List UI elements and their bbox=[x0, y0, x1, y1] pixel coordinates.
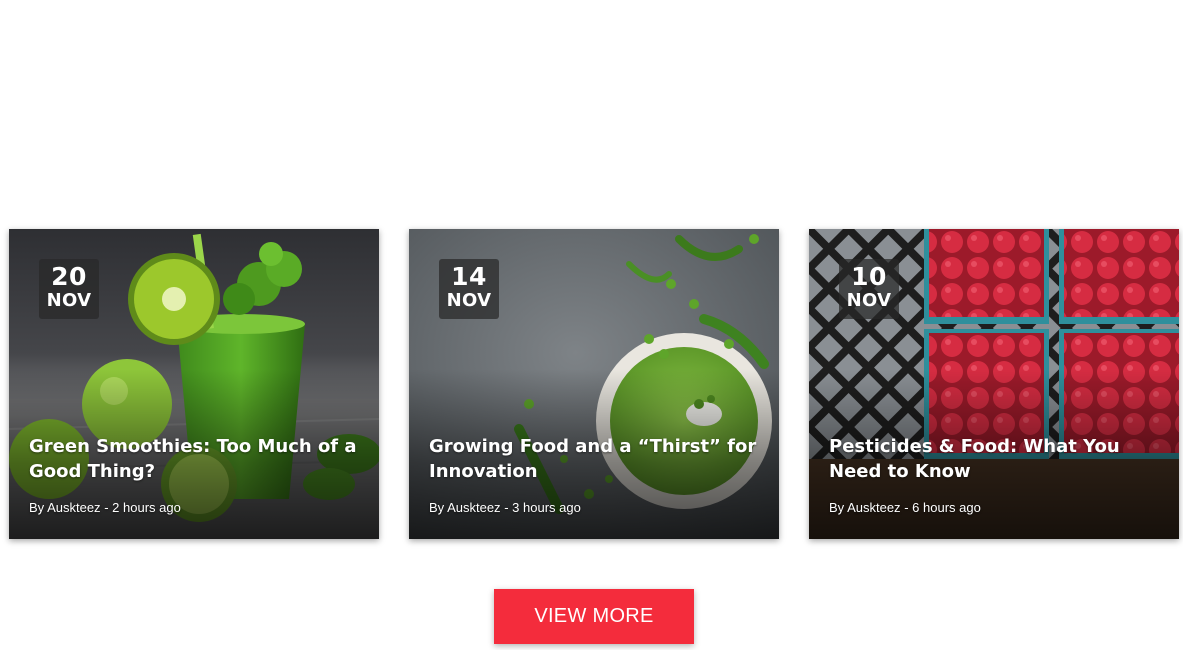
meta-separator: - bbox=[904, 500, 909, 515]
post-card[interactable]: 20 NOV Green Smoothies: Too Much of a Go… bbox=[9, 229, 379, 539]
date-day: 10 bbox=[851, 262, 887, 291]
post-card[interactable]: 14 NOV Growing Food and a “Thirst” for I… bbox=[409, 229, 779, 539]
meta-separator: - bbox=[104, 500, 109, 515]
post-time: 2 hours ago bbox=[112, 500, 181, 515]
author-link[interactable]: Auskteez bbox=[447, 500, 500, 515]
date-day: 20 bbox=[51, 262, 87, 291]
post-title-link[interactable]: Pesticides & Food: What You Need to Know bbox=[829, 434, 1163, 484]
date-month: NOV bbox=[846, 290, 892, 311]
view-more-button[interactable]: VIEW MORE bbox=[494, 589, 694, 644]
post-card[interactable]: 10 NOV Pesticides & Food: What You Need … bbox=[809, 229, 1179, 539]
author-link[interactable]: Auskteez bbox=[47, 500, 100, 515]
date-badge: 10 NOV bbox=[839, 259, 899, 319]
post-time: 3 hours ago bbox=[512, 500, 581, 515]
date-badge: 14 NOV bbox=[439, 259, 499, 319]
post-title-link[interactable]: Green Smoothies: Too Much of a Good Thin… bbox=[29, 434, 363, 484]
post-time: 6 hours ago bbox=[912, 500, 981, 515]
date-badge: 20 NOV bbox=[39, 259, 99, 319]
post-meta: By Auskteez - 2 hours ago bbox=[29, 500, 181, 516]
post-title-link[interactable]: Growing Food and a “Thirst” for Innovati… bbox=[429, 434, 763, 484]
blog-section: 20 NOV Green Smoothies: Too Much of a Go… bbox=[0, 0, 1183, 650]
by-label: By bbox=[829, 500, 845, 515]
date-month: NOV bbox=[46, 290, 92, 311]
date-day: 14 bbox=[451, 262, 487, 291]
author-link[interactable]: Auskteez bbox=[847, 500, 900, 515]
by-label: By bbox=[429, 500, 445, 515]
meta-separator: - bbox=[504, 500, 509, 515]
post-cards: 20 NOV Green Smoothies: Too Much of a Go… bbox=[9, 229, 1179, 539]
post-meta: By Auskteez - 6 hours ago bbox=[829, 500, 981, 516]
by-label: By bbox=[29, 500, 45, 515]
post-meta: By Auskteez - 3 hours ago bbox=[429, 500, 581, 516]
date-month: NOV bbox=[446, 290, 492, 311]
